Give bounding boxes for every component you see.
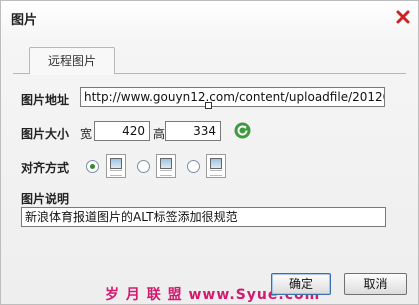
ok-button[interactable]: 确定 bbox=[271, 273, 331, 295]
tab-remote-image[interactable]: 远程图片 bbox=[29, 47, 115, 74]
image-align-right-icon bbox=[206, 154, 226, 178]
align-label: 对齐方式 bbox=[21, 161, 70, 175]
image-align-default-icon bbox=[106, 154, 126, 178]
dialog-title: 图片 bbox=[11, 13, 38, 28]
url-label: 图片地址 bbox=[21, 93, 70, 107]
url-input[interactable]: http://www.gouyn12.com/content/uploadfil… bbox=[80, 87, 385, 107]
height-input[interactable]: 334 bbox=[165, 121, 221, 141]
width-input[interactable]: 420 bbox=[94, 121, 150, 141]
image-align-left-icon bbox=[156, 154, 176, 178]
height-label: 高 bbox=[153, 127, 166, 141]
description-input[interactable]: 新浪体育报道图片的ALT标签添加很规范 bbox=[21, 207, 386, 227]
width-label: 宽 bbox=[80, 127, 93, 141]
dialog-titlebar[interactable]: 图片 bbox=[1, 1, 418, 31]
align-default-radio[interactable] bbox=[86, 160, 99, 173]
description-label: 图片说明 bbox=[21, 192, 70, 206]
close-icon[interactable] bbox=[396, 10, 410, 24]
refresh-icon[interactable] bbox=[234, 122, 251, 139]
size-label: 图片大小 bbox=[21, 127, 70, 141]
image-dialog: 图片 远程图片 图片地址 http://www.gouyn12.com/cont… bbox=[0, 0, 419, 305]
cancel-button[interactable]: 取消 bbox=[344, 273, 407, 295]
align-left-radio[interactable] bbox=[137, 160, 150, 173]
resize-handle[interactable] bbox=[205, 102, 212, 109]
align-right-radio[interactable] bbox=[187, 160, 200, 173]
